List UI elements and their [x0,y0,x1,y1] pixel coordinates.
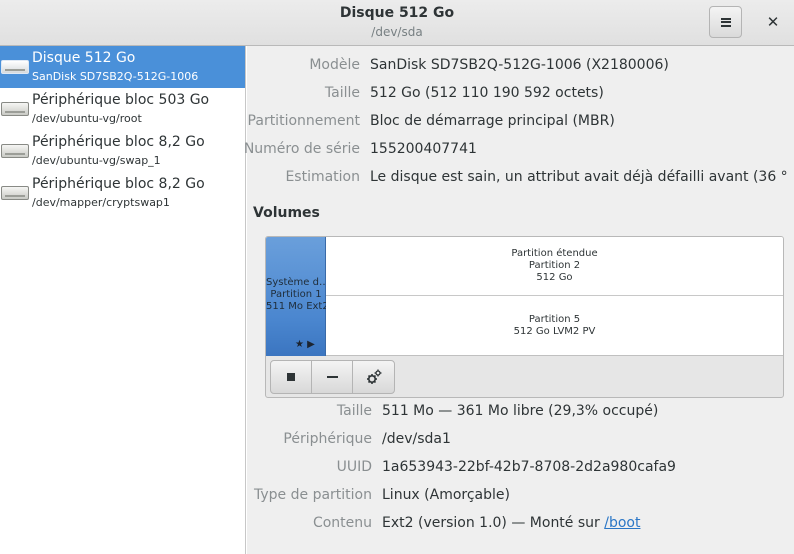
serial-label: Numéro de série [243,141,360,157]
volume-label: 511 Mo Ext2 [266,301,326,312]
model-value: SanDisk SD7SB2Q-512G-1006 (X2180006) [370,57,669,73]
volume-label: 512 Go [536,272,573,283]
header-bar: Disque 512 Go /dev/sda ✕ [0,0,794,46]
assessment-value: Le disque est sain, un attribut avait dé… [370,169,788,185]
window-title: Disque 512 Go [339,5,455,21]
mount-point-link[interactable]: /boot [604,515,640,531]
window-subtitle: /dev/sda [371,25,423,39]
volume-label: Partition 5 [528,314,581,325]
volumes-heading: Volumes [253,205,320,221]
serial-value: 155200407741 [370,141,477,157]
drive-icon [1,144,29,158]
sidebar-item-disk-512[interactable]: Disque 512 Go SanDisk SD7SB2Q-512G-1006 [0,46,245,88]
sidebar-item-label: Périphérique bloc 503 Go [32,92,210,108]
uuid-label: UUID [336,459,372,475]
sidebar-item-sublabel: /dev/mapper/cryptswap1 [32,196,170,209]
stop-icon [287,373,295,381]
partition-settings-button[interactable] [353,361,394,393]
sidebar-item-label: Disque 512 Go [32,50,136,66]
assessment-label: Estimation [285,169,360,185]
hamburger-menu-icon [720,17,731,27]
contents-value: Ext2 (version 1.0) — Monté sur /boot [382,515,787,531]
disk-details-pane: Modèle SanDisk SD7SB2Q-512G-1006 (X21800… [243,46,794,554]
unmount-button[interactable] [271,361,312,393]
sidebar-item-block-cryptswap[interactable]: Périphérique bloc 8,2 Go /dev/mapper/cry… [0,172,245,214]
partition-type-value: Linux (Amorçable) [382,487,510,503]
sidebar-item-block-swap[interactable]: Périphérique bloc 8,2 Go /dev/ubuntu-vg/… [0,130,245,172]
uuid-value: 1a653943-22bf-42b7-8708-2d2a980cafa9 [382,459,676,475]
sidebar-item-sublabel: /dev/ubuntu-vg/root [32,112,142,125]
sidebar-item-block-503[interactable]: Périphérique bloc 503 Go /dev/ubuntu-vg/… [0,88,245,130]
partition-type-label: Type de partition [254,487,372,503]
volume-label: Partition 2 [528,260,581,271]
volume-label: Système d… [266,277,326,288]
volume-extended-partition[interactable]: Partition étendue Partition 2 512 Go [326,237,783,296]
contents-label: Contenu [312,515,372,531]
sidebar-item-sublabel: /dev/ubuntu-vg/swap_1 [32,154,161,167]
volume-label: Partition étendue [511,248,598,259]
sidebar-item-label: Périphérique bloc 8,2 Go [32,176,205,192]
mounted-star-play-icon: ★ ▶ [295,339,315,350]
sidebar-item-label: Périphérique bloc 8,2 Go [32,134,205,150]
volume-label: Partition 1 [270,289,322,300]
delete-partition-button[interactable] [312,361,353,393]
sidebar-item-sublabel: SanDisk SD7SB2Q-512G-1006 [32,70,199,83]
partition-size-value: 511 Mo — 361 Mo libre (29,3% occupé) [382,403,659,419]
volume-partition-5[interactable]: Partition 5 512 Go LVM2 PV [326,297,783,356]
volume-toolbar [270,360,395,394]
drive-icon [1,186,29,200]
contents-text: Ext2 (version 1.0) — Monté sur [382,515,605,531]
drive-icon [1,102,29,116]
drive-sidebar: Disque 512 Go SanDisk SD7SB2Q-512G-1006 … [0,46,246,554]
device-label: Périphérique [283,431,372,447]
volume-grid-frame: Système d… Partition 1 511 Mo Ext2 ★ ▶ P… [265,236,784,398]
volume-partition-1[interactable]: Système d… Partition 1 511 Mo Ext2 ★ ▶ [266,237,326,356]
close-button[interactable]: ✕ [762,11,784,33]
drive-icon [1,60,29,74]
size-value: 512 Go (512 110 190 592 octets) [370,85,604,101]
model-label: Modèle [309,57,360,73]
partitioning-label: Partitionnement [247,113,360,129]
volume-grid: Système d… Partition 1 511 Mo Ext2 ★ ▶ P… [266,237,783,356]
device-value: /dev/sda1 [382,431,451,447]
menu-button[interactable] [709,6,742,38]
gears-icon [366,369,381,384]
size-label: Taille [324,85,360,101]
minus-icon [326,376,338,378]
partitioning-value: Bloc de démarrage principal (MBR) [370,113,615,129]
partition-size-label: Taille [336,403,372,419]
volume-label: 512 Go LVM2 PV [513,326,596,337]
